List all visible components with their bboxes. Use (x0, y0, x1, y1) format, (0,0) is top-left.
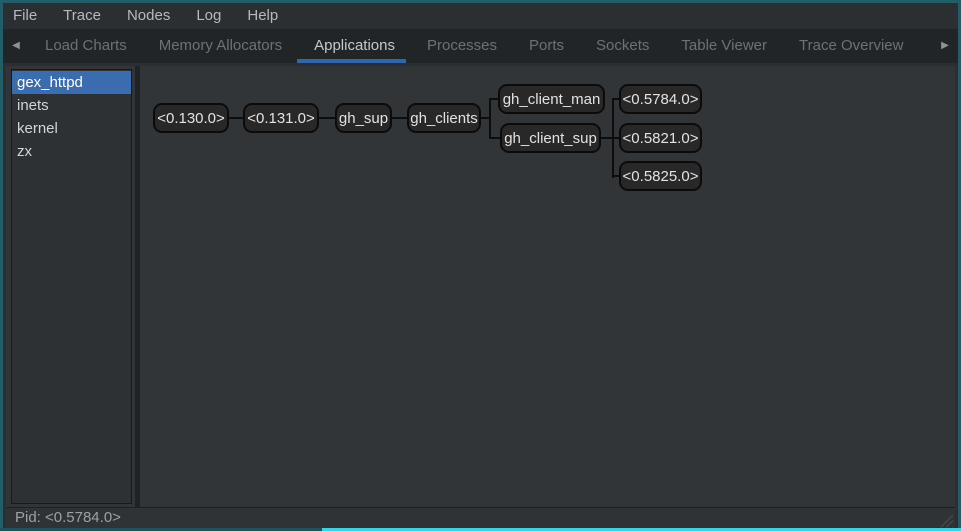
tree-node-p131[interactable]: <0.131.0> (243, 103, 319, 133)
tree-node-gh-clients[interactable]: gh_clients (407, 103, 481, 133)
tree-node-p5784[interactable]: <0.5784.0> (619, 84, 702, 114)
tab-scroll-left-icon[interactable]: ◀ (3, 29, 29, 63)
menu-nodes[interactable]: Nodes (114, 3, 183, 29)
tree-node-p5821[interactable]: <0.5821.0> (619, 123, 702, 153)
tree-node-gh-client-sup[interactable]: gh_client_sup (500, 123, 601, 153)
tab-load-charts[interactable]: Load Charts (45, 29, 127, 63)
tree-edge (489, 98, 491, 139)
tab-ports[interactable]: Ports (529, 29, 564, 63)
tab-bar: ◀ Load Charts Memory Allocators Applicatio… (3, 29, 958, 63)
status-text: Pid: <0.5784.0> (15, 509, 121, 526)
tree-edge (612, 98, 619, 100)
tab-applications[interactable]: Applications (314, 29, 395, 63)
menu-log[interactable]: Log (183, 3, 234, 29)
tree-node-p5825[interactable]: <0.5825.0> (619, 161, 702, 191)
tree-edge (612, 175, 619, 177)
tree-edge (392, 117, 407, 119)
tab-scroll-right-icon[interactable]: ▶ (932, 29, 958, 63)
tab-table-viewer[interactable]: Table Viewer (681, 29, 767, 63)
tree-edge (489, 137, 500, 139)
tree-node-p130[interactable]: <0.130.0> (153, 103, 229, 133)
applications-pane: gex_httpdinetskernelzx <0.130.0><0.131.0… (6, 66, 955, 507)
status-bar: Pid: <0.5784.0> (6, 507, 955, 528)
tab-sockets[interactable]: Sockets (596, 29, 649, 63)
tree-edge (612, 137, 619, 139)
process-tree: <0.130.0> <0.131.0> gh_sup gh_clients gh_cli… (6, 66, 955, 507)
menu-help[interactable]: Help (234, 3, 291, 29)
tree-edge (489, 98, 498, 100)
tree-edge (229, 117, 243, 119)
menu-trace[interactable]: Trace (50, 3, 114, 29)
tab-memory-allocators[interactable]: Memory Allocators (159, 29, 282, 63)
tree-edge (319, 117, 335, 119)
tabs: Load Charts Memory Allocators Applications… (29, 29, 919, 63)
menu-file[interactable]: File (3, 3, 50, 29)
tree-node-gh-sup[interactable]: gh_sup (335, 103, 392, 133)
menu-bar: FileTraceNodesLogHelp (3, 3, 958, 29)
tree-node-gh-client-man[interactable]: gh_client_man (498, 84, 605, 114)
tab-trace-overview[interactable]: Trace Overview (799, 29, 903, 63)
resize-grip-icon[interactable] (936, 510, 953, 527)
observer-window: FileTraceNodesLogHelp ◀ Load Charts Memor… (0, 0, 961, 531)
tab-processes[interactable]: Processes (427, 29, 497, 63)
